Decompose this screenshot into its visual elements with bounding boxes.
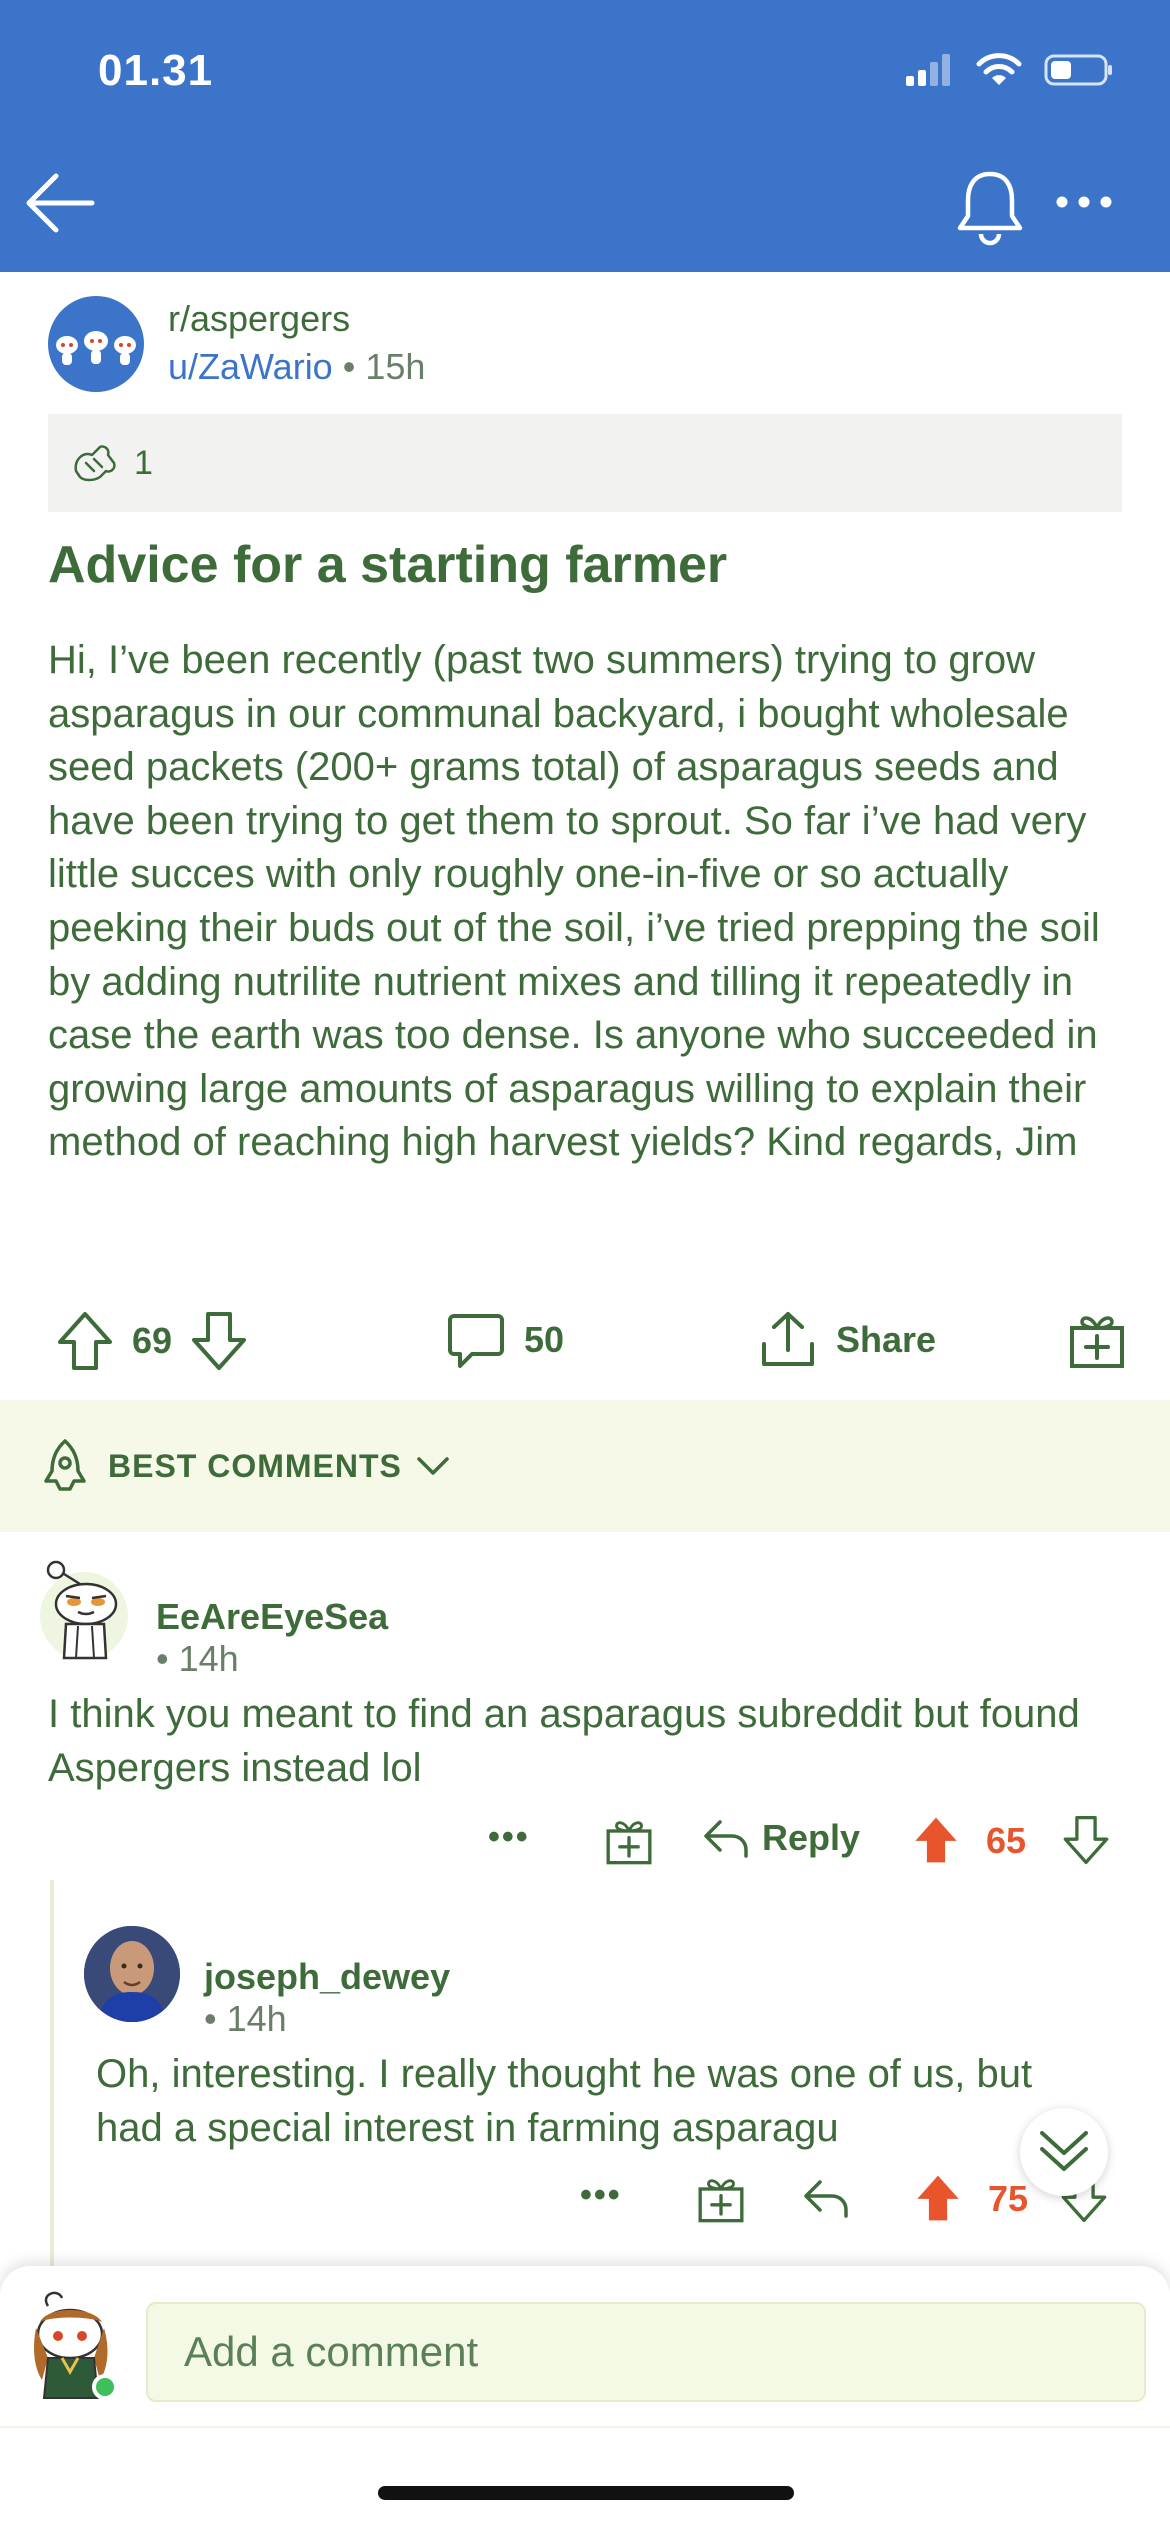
- rocket-icon: [44, 1439, 86, 1491]
- upvote-icon[interactable]: [912, 1814, 960, 1866]
- upvote-icon[interactable]: [56, 1310, 114, 1372]
- snoo-trio-icon: [56, 331, 136, 365]
- wifi-icon: [976, 53, 1022, 85]
- scroll-down-icon: [1040, 2131, 1088, 2171]
- more-options-button[interactable]: •••: [580, 2176, 622, 2215]
- reply-icon: [704, 1820, 748, 1858]
- vote-group: 69: [56, 1310, 248, 1372]
- award-icon: [74, 445, 116, 482]
- app-header: 01.31: [0, 0, 1170, 272]
- meta-separator: •: [204, 1998, 227, 2039]
- subreddit-name[interactable]: r/aspergers: [168, 298, 350, 340]
- reply-button[interactable]: Reply: [702, 1816, 860, 1860]
- share-button[interactable]: Share: [758, 1310, 936, 1370]
- more-options-button[interactable]: •••: [488, 1818, 530, 1857]
- awards-bar[interactable]: 1: [48, 414, 1122, 512]
- online-indicator: [92, 2374, 118, 2400]
- share-label: Share: [836, 1319, 937, 1360]
- comment-age: 14h: [178, 1638, 239, 1679]
- award-count: 1: [134, 443, 153, 482]
- comment-text: Oh, interesting. I really thought he was…: [96, 2052, 1033, 2150]
- comment-count: 50: [524, 1319, 565, 1360]
- more-icon[interactable]: [1054, 190, 1114, 214]
- share-icon: [762, 1312, 814, 1366]
- next-comment-button[interactable]: [1020, 2108, 1108, 2196]
- comments-button[interactable]: 50: [446, 1310, 564, 1370]
- home-indicator[interactable]: [378, 2486, 794, 2500]
- gift-icon[interactable]: [696, 2174, 746, 2224]
- meta-separator: •: [156, 1638, 179, 1679]
- upvote-icon[interactable]: [914, 2172, 962, 2224]
- status-icons: [904, 52, 1114, 88]
- gift-button[interactable]: [1068, 1310, 1126, 1370]
- snoo-avatar-icon: [40, 1560, 128, 1660]
- post-title: Advice for a starting farmer: [48, 536, 728, 594]
- meta-separator: •: [342, 346, 366, 387]
- comment-input[interactable]: [146, 2302, 1146, 2402]
- post-author[interactable]: u/ZaWario: [168, 346, 333, 387]
- sort-label: BEST COMMENTS: [108, 1447, 402, 1484]
- comment-author-line: EeAreEyeSea • 14h: [156, 1596, 388, 1680]
- signal-icon: [906, 54, 950, 86]
- upvote-count: 69: [132, 1320, 173, 1361]
- comment-actions: ••• Reply 65: [488, 1810, 1128, 1874]
- post-age: 15h: [365, 346, 426, 387]
- back-arrow-icon[interactable]: [22, 168, 98, 238]
- post-header: r/aspergers u/ZaWario • 15h: [48, 296, 1128, 406]
- post-actions: 69 50 Share: [0, 1300, 1170, 1380]
- commenter-avatar[interactable]: [34, 1554, 134, 1664]
- commenter-avatar[interactable]: [84, 1926, 180, 2022]
- gift-icon: [1070, 1316, 1124, 1368]
- comment-score: 75: [988, 2178, 1029, 2219]
- downvote-icon[interactable]: [1062, 1814, 1110, 1866]
- thread-line[interactable]: [50, 1880, 54, 2280]
- post-body: Hi, I’ve been recently (past two summers…: [48, 638, 1100, 1165]
- comment-text: I think you meant to find an asparagus s…: [48, 1692, 1080, 1790]
- status-time: 01.31: [98, 46, 214, 95]
- comment-sort-bar[interactable]: BEST COMMENTS: [0, 1400, 1170, 1532]
- comment-author[interactable]: EeAreEyeSea: [156, 1596, 388, 1637]
- comment-author-line: joseph_dewey • 14h: [204, 1956, 450, 2040]
- comment-author[interactable]: joseph_dewey: [204, 1956, 450, 1997]
- reply-icon[interactable]: [802, 2176, 850, 2220]
- downvote-icon[interactable]: [190, 1310, 248, 1372]
- battery-icon: [1044, 54, 1112, 86]
- comment-icon: [448, 1314, 504, 1368]
- comment-age: 14h: [226, 1998, 287, 2039]
- bell-icon[interactable]: [954, 166, 1026, 246]
- divider: [0, 2426, 1170, 2428]
- subreddit-avatar[interactable]: [48, 296, 144, 392]
- profile-photo: [84, 1926, 180, 2022]
- comment-score: 65: [986, 1820, 1027, 1861]
- chevron-down-icon: [417, 1457, 449, 1475]
- gift-icon[interactable]: [604, 1816, 654, 1866]
- post-meta: u/ZaWario • 15h: [168, 346, 425, 388]
- reply-label: Reply: [762, 1817, 861, 1858]
